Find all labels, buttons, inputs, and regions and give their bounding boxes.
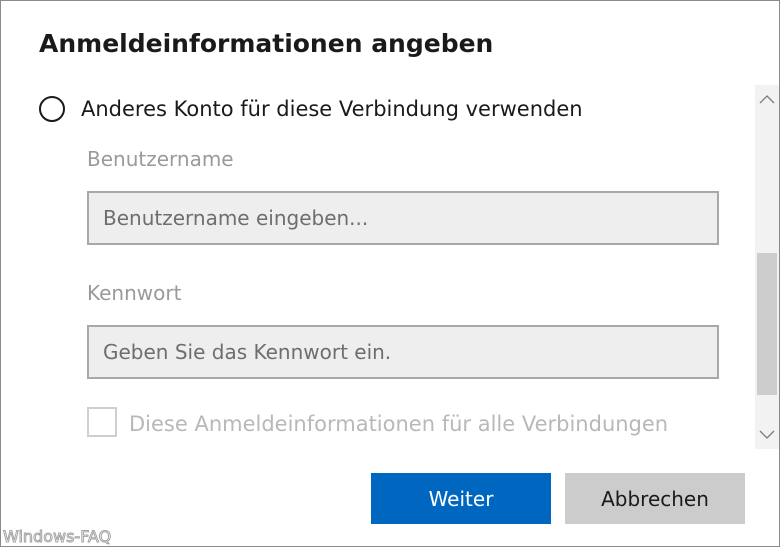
cancel-button[interactable]: Abbrechen <box>565 473 745 524</box>
username-input[interactable] <box>87 191 719 245</box>
vertical-scrollbar[interactable] <box>755 85 779 449</box>
username-label: Benutzername <box>87 147 234 171</box>
remember-credentials-label: Diese Anmeldeinformationen für alle Verb… <box>129 412 669 436</box>
scrollbar-thumb[interactable] <box>757 253 777 395</box>
credentials-dialog: Anmeldeinformationen angeben Anderes Kon… <box>0 0 780 547</box>
password-label: Kennwort <box>87 281 182 305</box>
other-account-label: Anderes Konto für diese Verbindung verwe… <box>81 97 583 121</box>
remember-credentials-checkbox[interactable] <box>87 407 117 437</box>
password-input[interactable] <box>87 325 719 379</box>
chevron-down-icon[interactable] <box>755 423 779 447</box>
remember-credentials-option[interactable]: Diese Anmeldeinformationen für alle Verb… <box>87 407 668 439</box>
chevron-up-icon[interactable] <box>755 87 779 111</box>
remember-credentials-label-cut: ... <box>129 439 149 449</box>
dialog-title: Anmeldeinformationen angeben <box>39 29 494 58</box>
next-button[interactable]: Weiter <box>371 473 551 524</box>
other-account-radio[interactable] <box>39 96 65 122</box>
other-account-option[interactable]: Anderes Konto für diese Verbindung verwe… <box>39 93 583 125</box>
watermark-text: Windows-FAQ <box>2 527 112 547</box>
credentials-scroll-area: Anderes Konto für diese Verbindung verwe… <box>1 85 753 449</box>
